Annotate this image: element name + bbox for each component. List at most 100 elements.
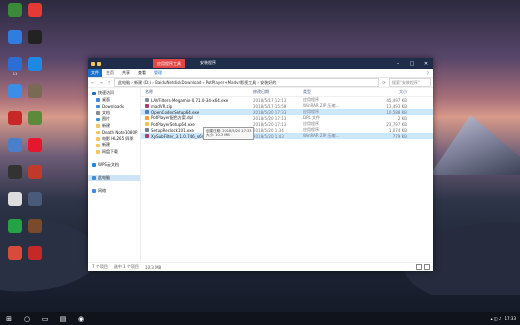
file-type: WinRAR ZIP 压缩... bbox=[303, 133, 340, 138]
taskbar: ⊞ ○ ▭ ▤ ◉ ▴ ◫ ♪ 17:33 bbox=[0, 312, 520, 325]
maximize-icon[interactable]: □ bbox=[405, 58, 419, 69]
file-row[interactable]: PotPlayerSetup64.exe 2018/5/20 17:13 应用程序 2… bbox=[141, 121, 433, 127]
app-red4-icon bbox=[28, 246, 42, 260]
folder-icon bbox=[96, 124, 100, 128]
task-view-icon[interactable]: ▭ bbox=[36, 312, 54, 325]
address-bar-row: ← → ↑ 此电脑 › 新建 (D:) › BaiduNetdiskDownlo… bbox=[88, 78, 433, 88]
large-icons-view-icon[interactable] bbox=[424, 264, 430, 270]
star-icon bbox=[92, 91, 96, 95]
app-dark-icon bbox=[8, 165, 22, 179]
context-tab[interactable]: 应用程序工具 bbox=[153, 59, 185, 68]
column-size[interactable]: 大小 bbox=[345, 89, 411, 95]
search-icon[interactable]: ○ bbox=[18, 312, 36, 325]
file-date: 2018/5/20 1:34 bbox=[253, 127, 284, 133]
window-title: 安装程序 bbox=[200, 60, 216, 65]
minimize-icon[interactable]: – bbox=[391, 58, 405, 69]
tray-icons[interactable]: ▴ ◫ ♪ bbox=[491, 316, 502, 321]
file-row[interactable]: PotPlayer配色方案.dpl 2018/5/20 17:13 DPL 文件 2 … bbox=[141, 115, 433, 121]
search-input[interactable]: 搜索"安装程序" bbox=[389, 78, 431, 87]
file-name: PotPlayerSetup64.exe bbox=[151, 121, 195, 127]
desktop-icon[interactable] bbox=[22, 246, 48, 261]
desktop-icon[interactable] bbox=[22, 57, 48, 72]
desktop-icon[interactable] bbox=[22, 192, 48, 207]
tab-manage[interactable]: 管理 bbox=[150, 70, 166, 76]
file-icon bbox=[145, 122, 149, 126]
sidebar-item-label: 网盘下载 bbox=[102, 148, 118, 154]
app-red-icon bbox=[8, 111, 22, 125]
forward-icon[interactable]: → bbox=[98, 80, 104, 85]
system-tray: ▴ ◫ ♪ 17:33 bbox=[491, 316, 520, 321]
sidebar-item-label: 图片 bbox=[102, 116, 110, 122]
file-date: 2018/5/20 17:13 bbox=[253, 121, 287, 127]
file-name-cell: LAVFilters-Megamix-0.71.0-34-x64.exe bbox=[141, 98, 253, 103]
desktop-icon[interactable] bbox=[22, 165, 48, 180]
sidebar-item[interactable]: 网络 bbox=[88, 188, 140, 195]
sidebar-item-label: 新建 bbox=[102, 122, 110, 128]
desktop-icon[interactable] bbox=[22, 111, 48, 126]
item-count: 7 个项目 bbox=[92, 264, 108, 269]
status-bar: 7 个项目 选中 1 个项目 10.3 MB bbox=[88, 262, 433, 271]
view-switcher[interactable] bbox=[416, 264, 433, 270]
app-game3-icon bbox=[28, 219, 42, 233]
app-edge-icon bbox=[28, 57, 42, 71]
tab-file[interactable]: 文件 bbox=[88, 69, 102, 77]
file-icon bbox=[145, 128, 149, 132]
quick-access-toolbar[interactable] bbox=[88, 61, 101, 66]
close-icon[interactable]: ✕ bbox=[419, 58, 433, 69]
desktop-icon bbox=[96, 98, 100, 102]
column-headers: 名称 修改日期 类型 大小 bbox=[141, 88, 433, 97]
back-icon[interactable]: ← bbox=[90, 80, 96, 85]
doc-icon bbox=[96, 111, 100, 115]
selected-count: 选中 1 个项目 bbox=[113, 264, 139, 269]
window-controls: – □ ✕ bbox=[391, 58, 433, 69]
up-icon[interactable]: ↑ bbox=[106, 80, 112, 85]
column-date[interactable]: 修改日期 bbox=[253, 89, 303, 95]
file-name: SetupReclock101.exe bbox=[151, 127, 194, 133]
desktop-icon[interactable] bbox=[22, 84, 48, 99]
sidebar-item-label: 此电脑 bbox=[98, 174, 110, 180]
sidebar-item-label: 新建 bbox=[102, 142, 110, 148]
address-bar[interactable]: 此电脑 › 新建 (D:) › BaiduNetdiskDownload › P… bbox=[114, 78, 379, 87]
desktop-icon[interactable] bbox=[22, 30, 48, 45]
column-name[interactable]: 名称 bbox=[141, 89, 253, 95]
windows-start-icon[interactable]: ⊞ bbox=[0, 312, 18, 325]
cloud-icon bbox=[92, 163, 96, 167]
app-blue2-icon bbox=[8, 84, 22, 98]
file-date: 2018/5/20 1:43 bbox=[253, 133, 284, 139]
help-icon[interactable]: ? bbox=[427, 71, 433, 76]
browser-icon[interactable]: ◉ bbox=[72, 312, 90, 325]
file-explorer-icon[interactable]: ▤ bbox=[54, 312, 72, 325]
file-name: madVR.zip bbox=[151, 103, 173, 109]
column-type[interactable]: 类型 bbox=[303, 89, 345, 95]
file-date: 2018/5/17 12:13 bbox=[253, 97, 287, 103]
file-icon bbox=[145, 116, 149, 120]
desktop-icon[interactable] bbox=[22, 3, 48, 18]
desktop-icon[interactable] bbox=[22, 219, 48, 234]
refresh-icon[interactable]: ⟳ bbox=[381, 80, 387, 85]
details-view-icon[interactable] bbox=[416, 264, 422, 270]
clock[interactable]: 17:33 bbox=[504, 316, 516, 321]
file-name-cell: PotPlayerSetup64.exe bbox=[141, 122, 253, 127]
file-date: 2018/5/20 17:33 bbox=[253, 109, 287, 115]
app-skull-icon bbox=[8, 192, 22, 206]
file-row[interactable]: madVR.zip 2018/5/17 15:58 WinRAR ZIP 压缩...… bbox=[141, 103, 433, 109]
sidebar-item-label: 网络 bbox=[98, 187, 106, 193]
file-name: PotPlayer配色方案.dpl bbox=[151, 115, 194, 120]
computer-icon bbox=[92, 176, 96, 180]
sidebar-item-label: 电影 HL265 四季 bbox=[102, 135, 134, 141]
sidebar-item-label: WPS云文档 bbox=[98, 161, 119, 167]
tab-share[interactable]: 共享 bbox=[118, 70, 134, 76]
download-icon bbox=[96, 104, 100, 108]
sidebar-item-label: 快速访问 bbox=[98, 90, 114, 96]
file-row[interactable]: LAVFilters-Megamix-0.71.0-34-x64.exe 2018… bbox=[141, 97, 433, 103]
ribbon-tabs: 文件 主页 共享 查看 管理 ? bbox=[88, 69, 433, 78]
app-green2-icon bbox=[8, 219, 22, 233]
tab-view[interactable]: 查看 bbox=[134, 70, 150, 76]
desktop-icon[interactable] bbox=[22, 138, 48, 153]
picture-icon bbox=[96, 117, 100, 121]
file-row[interactable]: SetupReclock101.exe 2018/5/20 1:34 应用程序 1,0… bbox=[141, 127, 433, 133]
file-row[interactable]: XySubFilter_3.1.0.746_x64_BETA3.zip 2018/… bbox=[141, 133, 433, 139]
tab-home[interactable]: 主页 bbox=[102, 70, 118, 76]
selected-size: 10.3 MB bbox=[144, 264, 162, 270]
file-name: OpenCodecSetup64.exe bbox=[151, 109, 200, 115]
